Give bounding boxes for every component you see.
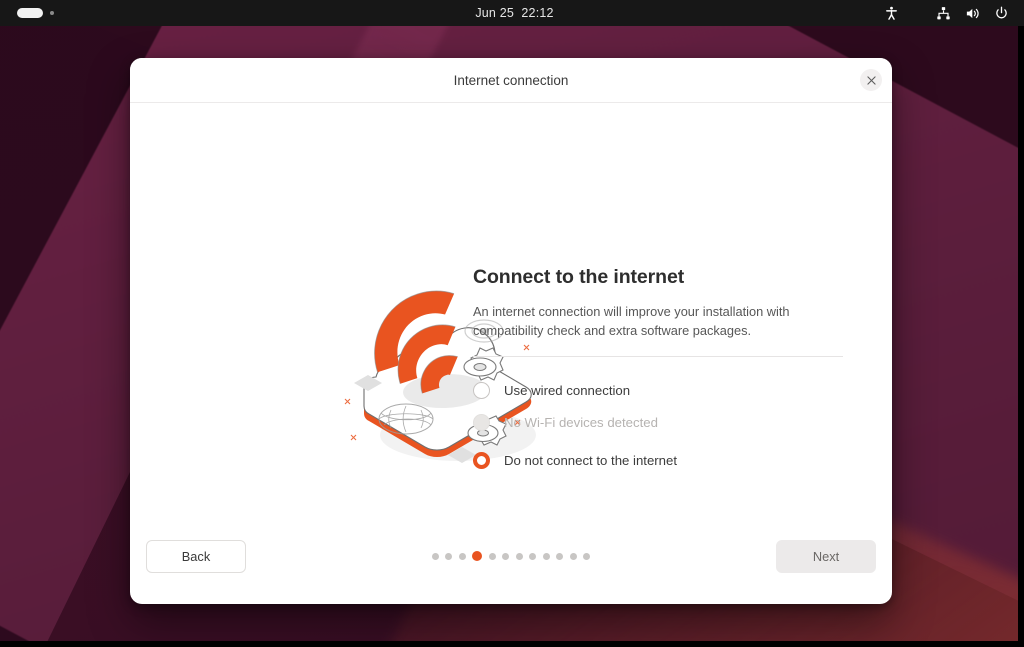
top-bar-tray — [812, 2, 1012, 24]
close-icon[interactable] — [860, 69, 882, 91]
window-titlebar: Internet connection — [130, 58, 892, 103]
divider — [473, 356, 843, 358]
next-button[interactable]: Next — [776, 540, 876, 573]
top-bar-center: Jun 25 22:12 — [217, 6, 812, 20]
step-dot — [488, 552, 496, 560]
pill-indicator-icon[interactable] — [17, 8, 43, 18]
dot-indicator-icon — [50, 11, 54, 15]
step-dot — [583, 552, 591, 560]
volume-icon[interactable] — [961, 2, 983, 24]
window-title: Internet connection — [453, 72, 569, 88]
top-bar-left — [17, 8, 217, 18]
step-dot — [529, 552, 537, 560]
installer-window: Internet connection Connect to the inter… — [130, 58, 892, 604]
page-description: An internet connection will improve your… — [473, 304, 790, 338]
step-dot — [431, 552, 439, 560]
screen-frame-right — [1018, 26, 1024, 647]
network-icon[interactable] — [932, 2, 954, 24]
clock[interactable]: Jun 25 22:12 — [475, 6, 553, 20]
step-dot — [445, 552, 453, 560]
option-use-wired-connection[interactable]: Use wired connection — [473, 379, 845, 401]
radio-icon-wired[interactable] — [473, 381, 490, 399]
power-icon[interactable] — [990, 2, 1012, 24]
page-title: Connect to the internet — [473, 266, 685, 288]
window-footer: Back Next — [130, 522, 892, 604]
step-dot — [502, 552, 510, 560]
option-label-wired: Use wired connection — [504, 382, 631, 398]
screen: Jun 25 22:12 Internet connection Connect… — [0, 0, 1024, 647]
window-body: Connect to the internet An internet conn… — [130, 103, 892, 604]
step-dot-active — [472, 551, 483, 561]
option-label-wifi: No Wi-Fi devices detected — [504, 414, 658, 430]
content-panel: Connect to the internet An internet conn… — [473, 266, 845, 481]
step-dot — [569, 552, 577, 560]
option-no-wifi-devices: No Wi-Fi devices detected — [473, 411, 845, 433]
step-dot — [556, 552, 564, 560]
step-dot — [458, 552, 466, 560]
option-do-not-connect[interactable]: Do not connect to the internet — [473, 449, 845, 471]
screen-frame-bottom — [0, 641, 1024, 647]
step-dot — [515, 552, 523, 560]
radio-icon-no-connect[interactable] — [473, 451, 490, 469]
step-dot — [542, 552, 550, 560]
radio-icon-wifi — [473, 413, 490, 431]
option-label-no-connect: Do not connect to the internet — [504, 452, 678, 468]
accessibility-icon[interactable] — [880, 2, 902, 24]
top-bar: Jun 25 22:12 — [0, 0, 1024, 26]
